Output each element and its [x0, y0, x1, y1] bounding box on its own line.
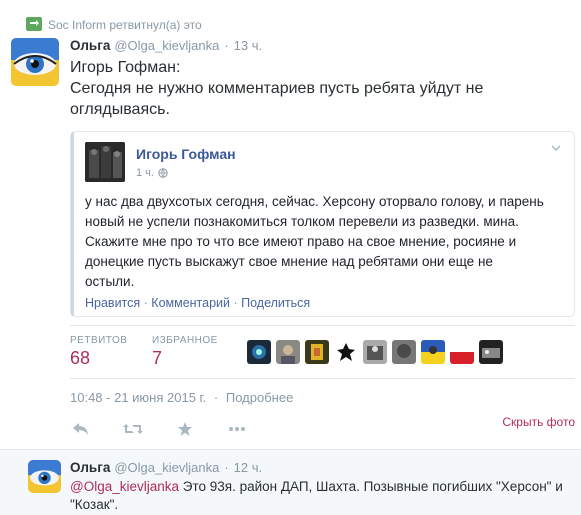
card-sep-1: · [140, 296, 152, 310]
card-sep-2: · [230, 296, 242, 310]
favorite-button[interactable] [174, 420, 196, 438]
retweeter-avatar[interactable] [247, 340, 271, 364]
timestamp-date[interactable]: 10:48 - 21 июня 2015 г. [70, 390, 206, 405]
tweet-text-line2: Сегодня не нужно комментариев пусть ребя… [70, 80, 484, 118]
globe-icon [158, 168, 168, 178]
retweets-label: РЕТВИТОВ [70, 335, 128, 346]
card-author-name[interactable]: Игорь Гофман [136, 146, 236, 162]
stats-top-divider [70, 325, 575, 326]
card-comment-link[interactable]: Комментарий [151, 296, 230, 310]
more-dots-icon [229, 427, 245, 431]
card-author-avatar[interactable] [85, 142, 125, 182]
card-time[interactable]: 1 ч. [136, 167, 154, 179]
retweet-icon [26, 17, 42, 31]
reply-time[interactable]: 12 ч. [234, 460, 262, 475]
card-body-text: у нас два двухсотых сегодня, сейчас. Хер… [85, 194, 544, 289]
avatar[interactable] [11, 38, 59, 86]
favorites-stat[interactable]: ИЗБРАННОЕ 7 [152, 335, 218, 369]
embedded-post-card[interactable]: Игорь Гофман 1 ч. у нас два двухсотых се… [70, 131, 575, 317]
card-accent-bar [71, 132, 74, 316]
reply-header: Ольга @Olga_kievljanka · 12 ч. [70, 460, 262, 475]
author-name[interactable]: Ольга [70, 38, 110, 53]
card-actions: Нравится · Комментарий · Поделиться [85, 296, 310, 310]
retweet-action-icon [123, 424, 143, 434]
favorites-label: ИЗБРАННОЕ [152, 335, 218, 346]
reply-button[interactable] [70, 420, 92, 438]
favorites-count: 7 [152, 348, 163, 368]
details-link[interactable]: Подробнее [226, 390, 293, 405]
retweet-label[interactable]: Soc Inform ретвитнул(а) это [48, 18, 202, 32]
reply-header-separator: · [224, 460, 229, 475]
tweet-text: Игорь Гофман: Сегодня не нужно комментар… [70, 57, 550, 120]
eye-avatar-image [28, 460, 61, 493]
card-share-link[interactable]: Поделиться [241, 296, 310, 310]
reply-avatar[interactable] [28, 460, 61, 493]
tweet-actions [70, 420, 248, 438]
star-icon [178, 422, 192, 436]
retweet-context: Soc Inform ретвитнул(а) это [26, 17, 202, 32]
retweeter-avatar[interactable] [392, 340, 416, 364]
reply-icon [73, 423, 88, 435]
timestamp-separator: · [213, 390, 219, 405]
reply-author-name[interactable]: Ольга [70, 460, 110, 475]
retweet-button[interactable] [122, 420, 144, 438]
tweet-text-line1: Игорь Гофман: [70, 59, 181, 76]
reply-text: @Olga_kievljanka Это 93я. район ДАП, Шах… [70, 478, 575, 514]
retweeter-avatar[interactable] [479, 340, 503, 364]
eye-avatar-image [11, 38, 59, 86]
author-handle[interactable]: @Olga_kievljanka [114, 38, 219, 53]
tweet-header: Ольга @Olga_kievljanka · 13 ч. [70, 38, 262, 53]
retweeter-avatar[interactable] [421, 340, 445, 364]
more-button[interactable] [226, 420, 248, 438]
retweets-count: 68 [70, 348, 91, 368]
stats-bottom-divider [70, 378, 575, 379]
retweeter-avatar[interactable] [363, 340, 387, 364]
hide-photo-link[interactable]: Скрыть фото [502, 415, 575, 429]
tweet-timestamp: 10:48 - 21 июня 2015 г. · Подробнее [70, 390, 293, 405]
retweeter-avatar[interactable] [276, 340, 300, 364]
reply-author-handle[interactable]: @Olga_kievljanka [114, 460, 219, 475]
header-separator: · [224, 38, 229, 53]
retweets-stat[interactable]: РЕТВИТОВ 68 [70, 335, 127, 369]
tweet-time[interactable]: 13 ч. [234, 38, 262, 53]
retweeter-avatar[interactable] [450, 340, 474, 364]
retweeter-avatars [247, 340, 503, 364]
chevron-down-icon[interactable] [550, 142, 562, 154]
retweeter-avatar[interactable] [305, 340, 329, 364]
card-meta: 1 ч. [136, 167, 168, 179]
reply-mention[interactable]: @Olga_kievljanka [70, 479, 179, 494]
soldier-photo-image [85, 142, 125, 182]
retweeter-avatar[interactable] [334, 340, 358, 364]
card-like-link[interactable]: Нравится [85, 296, 140, 310]
